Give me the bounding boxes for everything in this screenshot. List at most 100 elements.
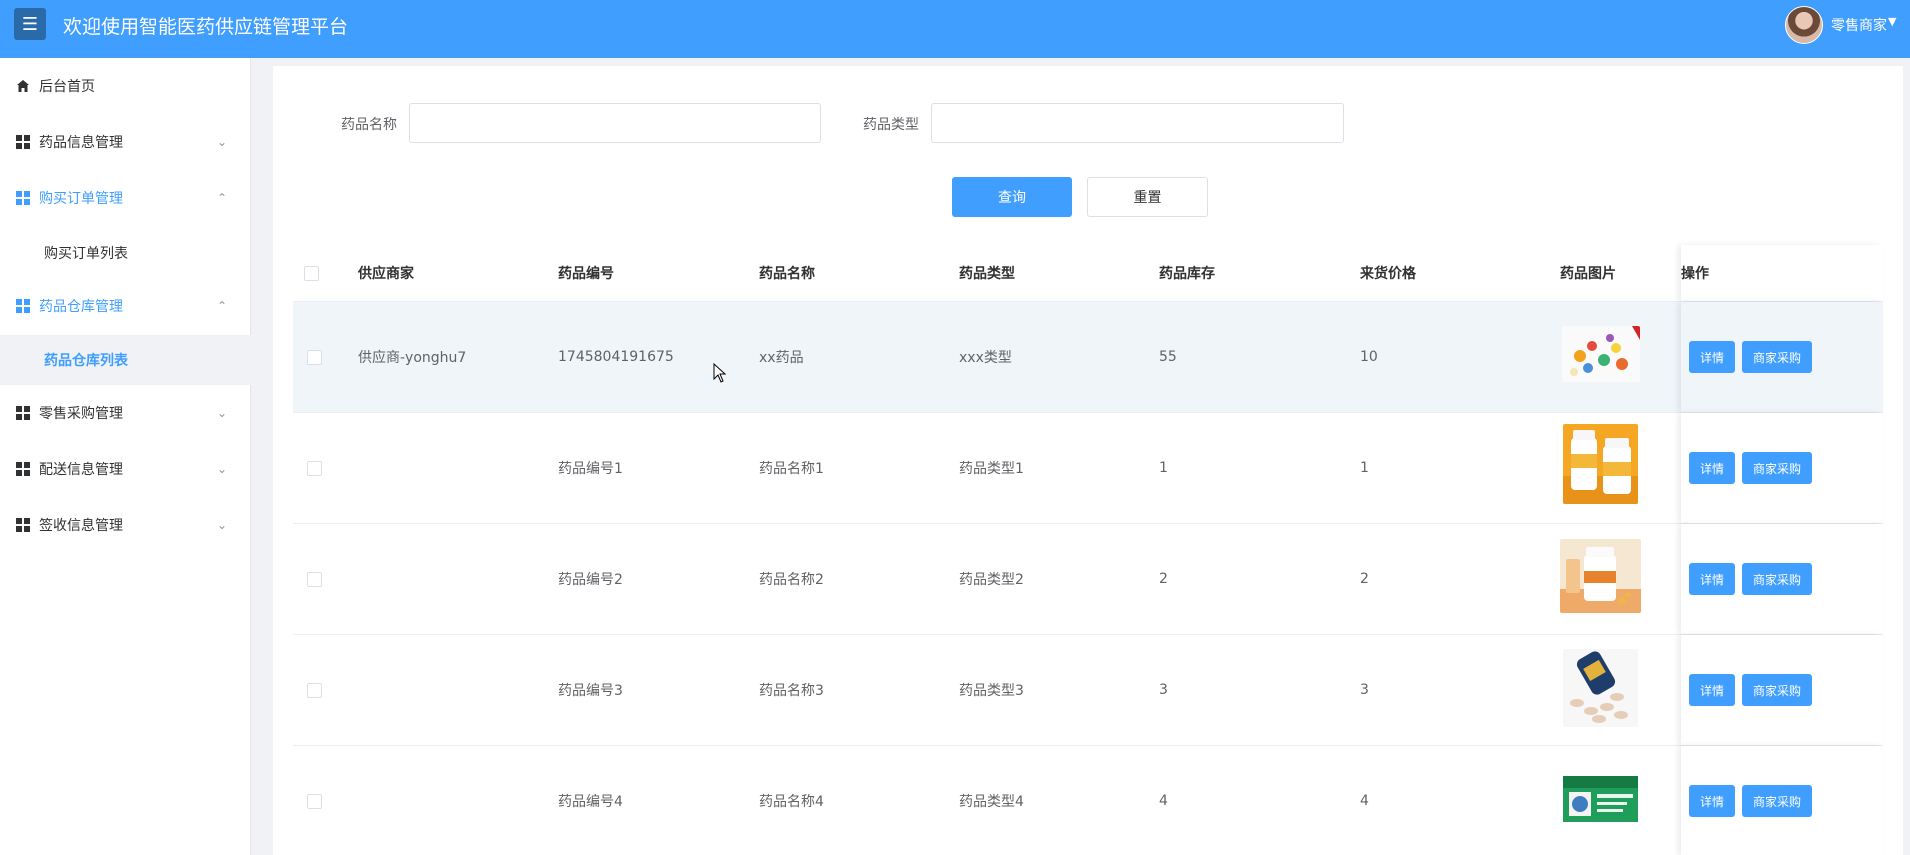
detail-button[interactable]: 详情 xyxy=(1689,674,1735,706)
cell-type: 药品类型2 xyxy=(959,572,1024,588)
sidebar-item-delivery[interactable]: 配送信息管理 ⌄ xyxy=(0,441,251,497)
cell-price: 3 xyxy=(1360,682,1369,698)
row-checkbox[interactable] xyxy=(307,793,322,809)
sidebar-item-label: 配送信息管理 xyxy=(39,462,123,478)
grid-icon xyxy=(16,462,30,476)
cell-stock: 2 xyxy=(1159,571,1168,587)
actions-cell: 详情 商家采购 xyxy=(1681,524,1883,634)
detail-button[interactable]: 详情 xyxy=(1689,341,1735,373)
row-checkbox[interactable] xyxy=(307,349,322,365)
table-row[interactable]: 供应商-yonghu7 1745804191675 xx药品 xxx类型 55 … xyxy=(293,302,1883,413)
chevron-down-icon: ⌄ xyxy=(217,135,228,149)
reset-button[interactable]: 重置 xyxy=(1087,177,1208,217)
drug-name-input[interactable] xyxy=(409,103,821,143)
actions-cell: 详情 商家采购 xyxy=(1681,413,1883,523)
table-header: 供应商家 药品编号 药品名称 药品类型 药品库存 来货价格 药品图片 操作 xyxy=(293,245,1883,302)
col-header-code[interactable]: 药品编号 xyxy=(558,245,614,301)
mouse-cursor-icon xyxy=(713,363,727,383)
sidebar-item-label: 药品仓库列表 xyxy=(44,353,128,369)
detail-button[interactable]: 详情 xyxy=(1689,452,1735,484)
merchant-purchase-button[interactable]: 商家采购 xyxy=(1742,785,1812,817)
drug-name-label: 药品名称 xyxy=(341,117,397,133)
sidebar-subitem-order-list[interactable]: 购买订单列表 xyxy=(0,228,251,278)
cell-code: 药品编号4 xyxy=(558,794,623,810)
cell-stock: 3 xyxy=(1159,682,1168,698)
cell-type: 药品类型1 xyxy=(959,461,1024,477)
drug-image[interactable] xyxy=(1563,424,1638,504)
chevron-down-icon[interactable]: ▼ xyxy=(1888,15,1896,28)
cell-stock: 4 xyxy=(1159,793,1168,809)
query-button[interactable]: 查询 xyxy=(952,177,1072,217)
menu-toggle-button[interactable]: ☰ xyxy=(14,8,46,40)
merchant-purchase-button[interactable]: 商家采购 xyxy=(1742,563,1812,595)
sidebar-item-home[interactable]: 后台首页 xyxy=(0,58,251,114)
drug-image[interactable] xyxy=(1561,772,1640,826)
hamburger-icon: ☰ xyxy=(21,13,39,35)
col-header-actions: 操作 xyxy=(1681,266,1709,282)
sidebar-item-receipt[interactable]: 签收信息管理 ⌄ xyxy=(0,497,251,553)
col-header-price[interactable]: 来货价格 xyxy=(1360,245,1416,301)
detail-button[interactable]: 详情 xyxy=(1689,785,1735,817)
sidebar-item-purchase-orders[interactable]: 购买订单管理 ⌃ xyxy=(0,170,251,226)
top-header: ☰ 欢迎使用智能医药供应链管理平台 零售商家 ▼ xyxy=(0,0,1910,58)
detail-button[interactable]: 详情 xyxy=(1689,563,1735,595)
sidebar-subitem-warehouse-list[interactable]: 药品仓库列表 xyxy=(0,335,251,385)
cell-stock: 1 xyxy=(1159,460,1168,476)
row-checkbox[interactable] xyxy=(307,460,322,476)
row-checkbox[interactable] xyxy=(307,571,322,587)
cell-name: 药品名称4 xyxy=(759,794,824,810)
drug-image[interactable] xyxy=(1562,326,1640,382)
chevron-down-icon: ⌄ xyxy=(217,518,228,532)
merchant-purchase-button[interactable]: 商家采购 xyxy=(1742,341,1812,373)
grid-icon xyxy=(16,299,30,313)
drug-image[interactable] xyxy=(1563,649,1638,727)
cell-price: 2 xyxy=(1360,571,1369,587)
table-row[interactable]: 药品编号2 药品名称2 药品类型2 2 2 详情 商家采购 xyxy=(293,524,1883,635)
chevron-up-icon: ⌃ xyxy=(217,299,228,313)
table-row[interactable]: 药品编号3 药品名称3 药品类型3 3 3 详情 商家采购 xyxy=(293,635,1883,746)
app-title: 欢迎使用智能医药供应链管理平台 xyxy=(63,16,349,38)
sidebar-item-label: 后台首页 xyxy=(39,79,95,95)
row-checkbox[interactable] xyxy=(307,682,322,698)
col-header-name[interactable]: 药品名称 xyxy=(759,245,815,301)
col-header-supplier[interactable]: 供应商家 xyxy=(358,245,414,301)
cell-name: xx药品 xyxy=(759,350,804,366)
cell-code: 1745804191675 xyxy=(558,349,674,365)
grid-icon xyxy=(16,135,30,149)
cell-type: 药品类型3 xyxy=(959,683,1024,699)
cell-code: 药品编号3 xyxy=(558,683,623,699)
sidebar-item-label: 购买订单管理 xyxy=(39,191,123,207)
sidebar-item-label: 药品仓库管理 xyxy=(39,299,123,315)
drug-image[interactable] xyxy=(1560,539,1641,613)
sidebar-item-retail-purchase[interactable]: 零售采购管理 ⌄ xyxy=(0,385,251,441)
drug-type-input[interactable] xyxy=(931,103,1344,143)
grid-icon xyxy=(16,191,30,205)
sidebar-item-drug-info[interactable]: 药品信息管理 ⌄ xyxy=(0,114,251,170)
select-all-checkbox[interactable] xyxy=(304,265,319,281)
col-header-actions-cell: 操作 xyxy=(1681,245,1883,301)
drug-type-label: 药品类型 xyxy=(863,117,919,133)
col-header-type[interactable]: 药品类型 xyxy=(959,245,1015,301)
chevron-up-icon: ⌃ xyxy=(217,191,228,205)
avatar[interactable] xyxy=(1785,6,1823,44)
table-row[interactable]: 药品编号1 药品名称1 药品类型1 1 1 详情 商家采购 xyxy=(293,413,1883,524)
sidebar-item-warehouse[interactable]: 药品仓库管理 ⌃ xyxy=(0,278,251,334)
merchant-purchase-button[interactable]: 商家采购 xyxy=(1742,674,1812,706)
table-row[interactable]: 药品编号4 药品名称4 药品类型4 4 4 详情 商家采购 xyxy=(293,746,1883,855)
cell-price: 10 xyxy=(1360,349,1378,365)
col-header-image: 药品图片 xyxy=(1560,266,1616,282)
user-name[interactable]: 零售商家 xyxy=(1831,15,1887,35)
cell-stock: 55 xyxy=(1159,349,1177,365)
sidebar-item-label: 零售采购管理 xyxy=(39,406,123,422)
cell-price: 1 xyxy=(1360,460,1369,476)
home-icon xyxy=(17,80,29,92)
cell-name: 药品名称2 xyxy=(759,572,824,588)
sidebar-item-label: 购买订单列表 xyxy=(44,246,128,262)
col-header-stock[interactable]: 药品库存 xyxy=(1159,245,1215,301)
merchant-purchase-button[interactable]: 商家采购 xyxy=(1742,452,1812,484)
cell-type: xxx类型 xyxy=(959,350,1012,366)
actions-cell: 详情 商家采购 xyxy=(1681,302,1883,412)
cell-name: 药品名称3 xyxy=(759,683,824,699)
cell-code: 药品编号2 xyxy=(558,572,623,588)
grid-icon xyxy=(16,406,30,420)
